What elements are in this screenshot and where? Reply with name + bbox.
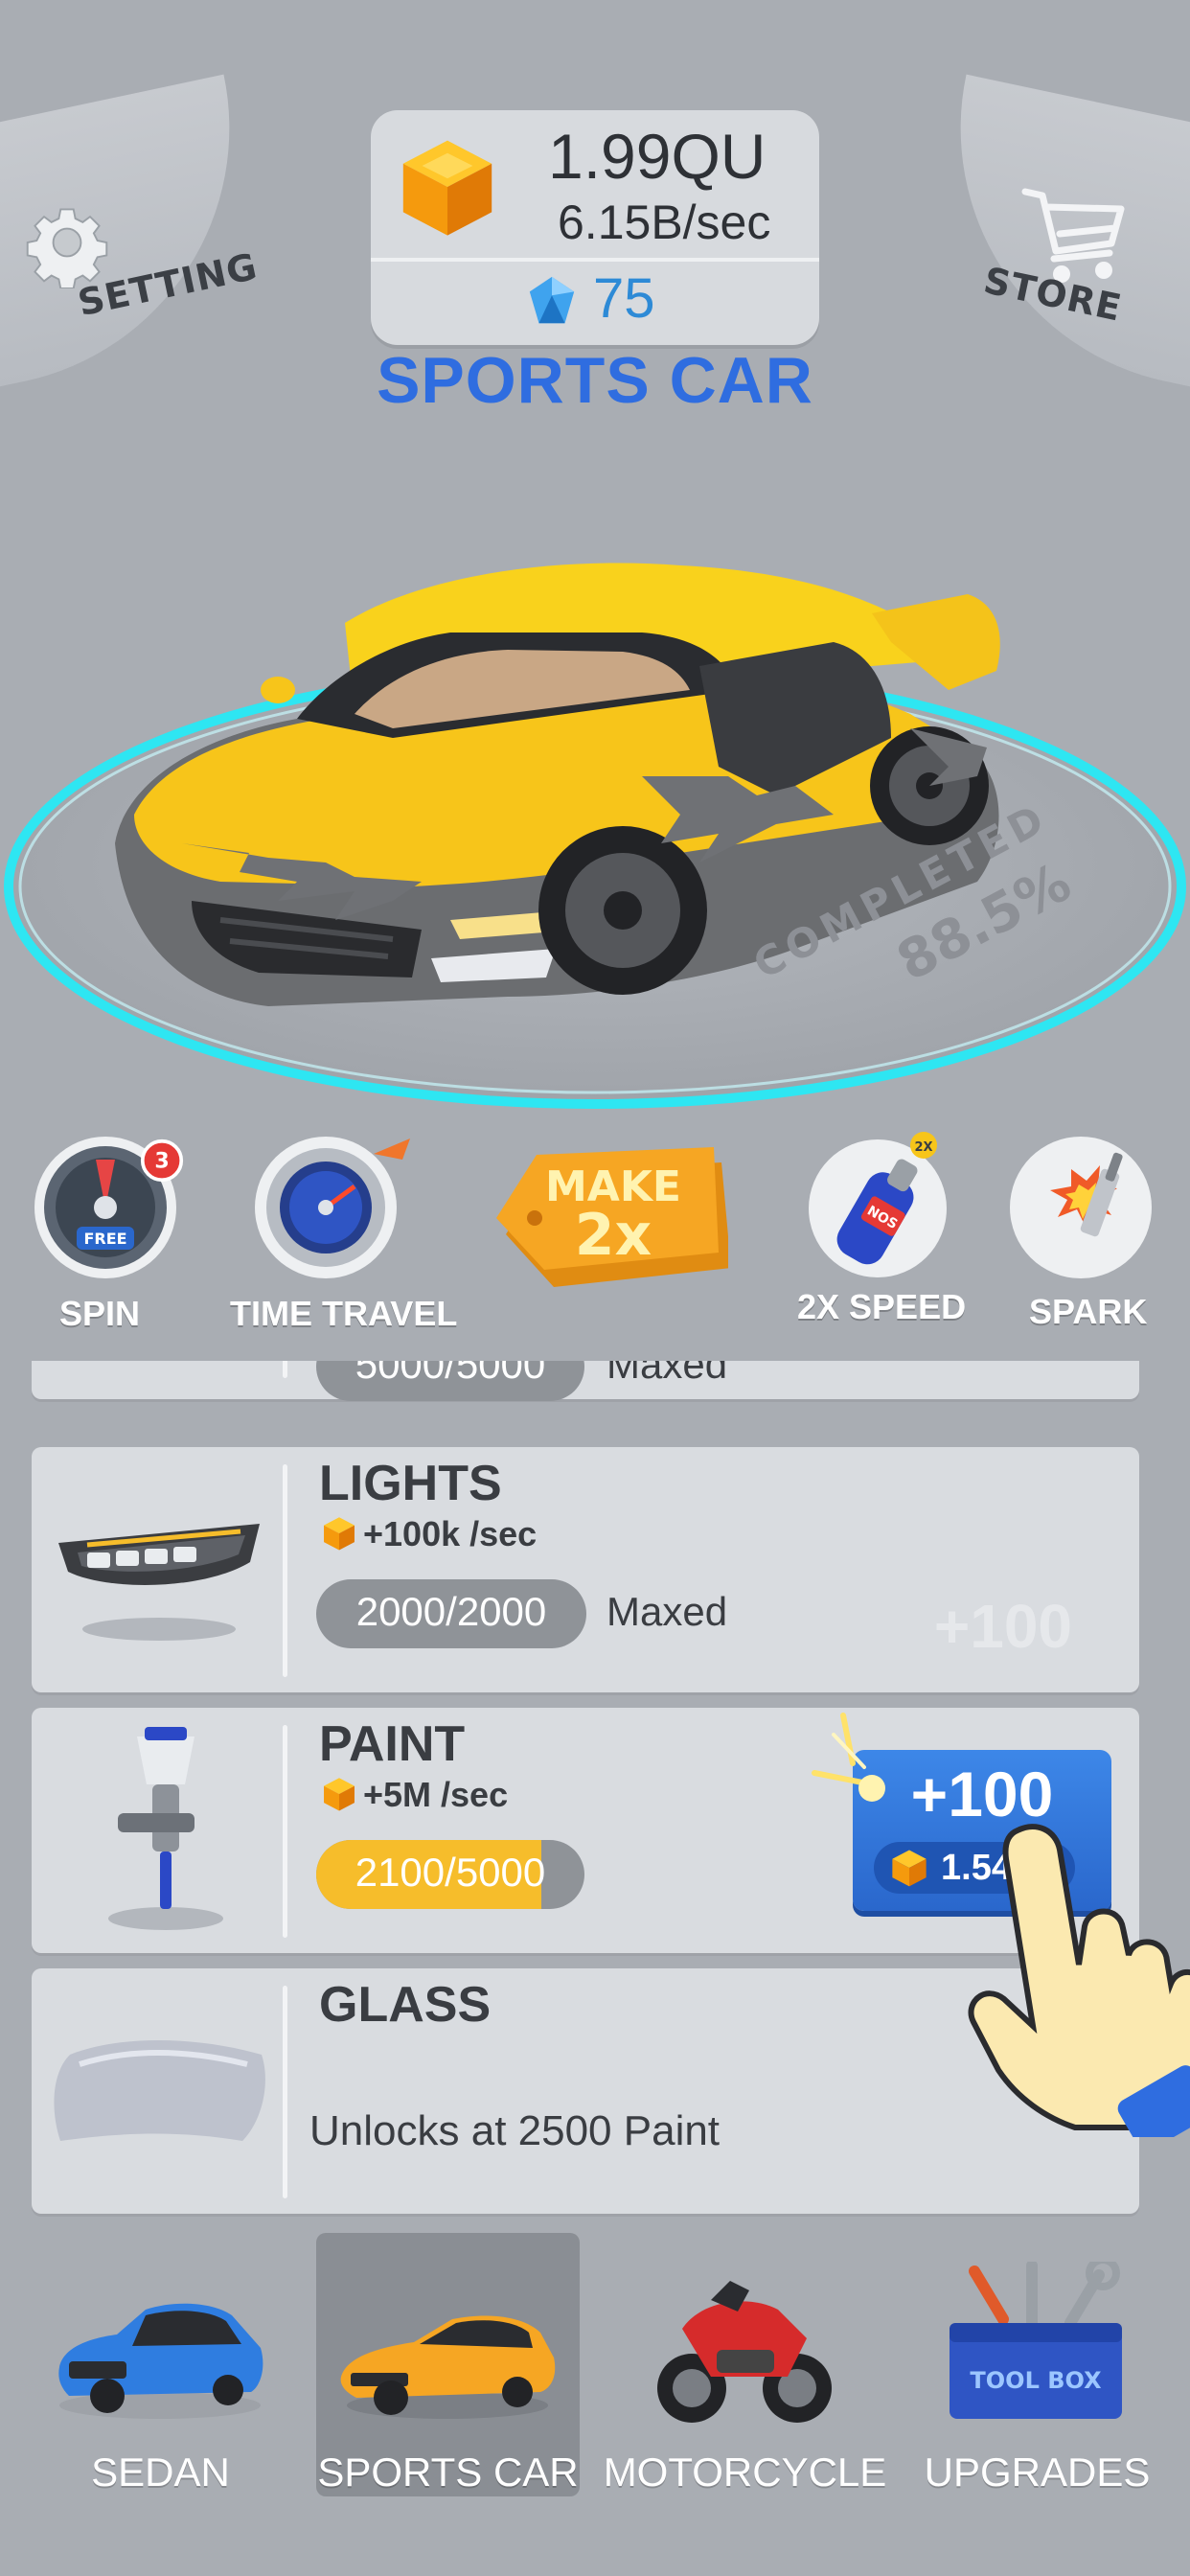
upgrade-card-prev: 5000/5000 Maxed [32,1361,1139,1401]
spray-gun-icon [108,1727,223,1930]
paint-rate: +5M /sec [321,1775,508,1815]
nav-label-sedan: SEDAN [91,2450,230,2495]
sedan-car-icon [58,2303,263,2419]
card-separator [283,1725,287,1938]
glass-unlock-text: Unlocks at 2500 Paint [309,2107,721,2154]
prev-progress-bar: 5000/5000 [316,1361,584,1401]
toolbox-icon: TOOL BOX [950,2262,1122,2419]
sports-car-model[interactable] [105,498,1025,1035]
spark-plug-icon [1010,1137,1152,1278]
gear-icon[interactable] [21,196,113,288]
glass-panel-icon [54,2040,265,2141]
paint-progress-text: 2100/5000 [355,1850,546,1895]
tutorial-hand-icon [968,1824,1190,2137]
card-separator [283,1464,287,1677]
nav-tab-sedan[interactable]: SEDAN [29,2233,292,2496]
toolbox-text: TOOL BOX [970,2367,1102,2394]
paint-rate-text: +5M /sec [363,1775,509,1814]
price-tag-icon: MAKE 2x [496,1147,728,1287]
gem-count: 75 [593,267,655,330]
spark-button[interactable]: SPARK [996,1131,1169,1342]
lights-rate-text: +100k /sec [363,1514,538,1553]
paint-title: PAINT [319,1716,466,1772]
2x-speed-button[interactable]: NOS 2X 2X SPEED [795,1126,977,1337]
card-separator [283,1361,287,1378]
coin-cube-icon [892,1850,927,1887]
coin-rate: 6.15B/sec [558,196,771,249]
upgrade-card-lights[interactable]: LIGHTS +100k /sec 2000/2000 Maxed +100 [32,1447,1139,1692]
currency-panel: 1.99QU 6.15B/sec 75 [371,110,819,345]
nav-tab-upgrades[interactable]: TOOL BOX UPGRADES [905,2233,1169,2496]
nav-label-motorcycle: MOTORCYCLE [603,2450,887,2495]
2x-badge: 2X [914,1140,932,1155]
nitro-bottle-icon: NOS 2X [809,1132,947,1277]
lights-progress-text: 2000/2000 [355,1589,547,1634]
free-tag: FREE [83,1230,126,1248]
paint-progress-bar: 2100/5000 [316,1840,584,1909]
lights-rate: +100k /sec [321,1514,537,1554]
vehicle-title: SPORTS CAR [377,344,813,417]
nav-tab-motorcycle[interactable]: MOTORCYCLE [604,2233,886,2496]
make-2x-button[interactable]: MAKE 2x [489,1136,728,1299]
notification-badge: 3 [140,1138,184,1183]
lights-status: Maxed [606,1589,728,1634]
coin-total: 1.99QU [548,121,767,192]
spin-button[interactable]: FREE 3 SPIN [29,1131,192,1342]
nav-label-upgrades: UPGRADES [924,2450,1151,2495]
currency-divider [371,258,819,262]
spin-badge-count: 3 [154,1149,169,1173]
2x-speed-label: 2X SPEED [797,1287,967,1326]
coin-cube-icon [324,1517,355,1551]
lights-title: LIGHTS [319,1456,502,1511]
turbo-icon [255,1137,410,1278]
sparkle-effect [812,1713,885,1802]
gem-icon [529,276,575,324]
prev-status: Maxed [606,1361,728,1387]
two-x-label: 2x [575,1202,652,1269]
spark-label: SPARK [1029,1292,1148,1331]
time-travel-button[interactable]: TIME TRAVEL [230,1131,457,1342]
glass-title: GLASS [319,1977,492,2033]
nav-label-sports-car: SPORTS CAR [317,2450,579,2495]
coin-cube-icon [324,1778,355,1811]
headlight-icon [58,1524,260,1641]
nav-tab-sports-car[interactable]: SPORTS CAR [316,2233,580,2496]
ghost-plus-label: +100 [933,1592,1072,1661]
card-separator [283,1986,287,2198]
prev-progress-text: 5000/5000 [355,1361,546,1387]
motorcycle-icon [657,2281,832,2423]
coin-cube-icon [402,140,492,236]
sports-car-icon [340,2315,556,2419]
lights-progress-bar: 2000/2000 [316,1579,586,1648]
time-travel-label: TIME TRAVEL [230,1294,458,1333]
spin-label: SPIN [59,1294,141,1333]
